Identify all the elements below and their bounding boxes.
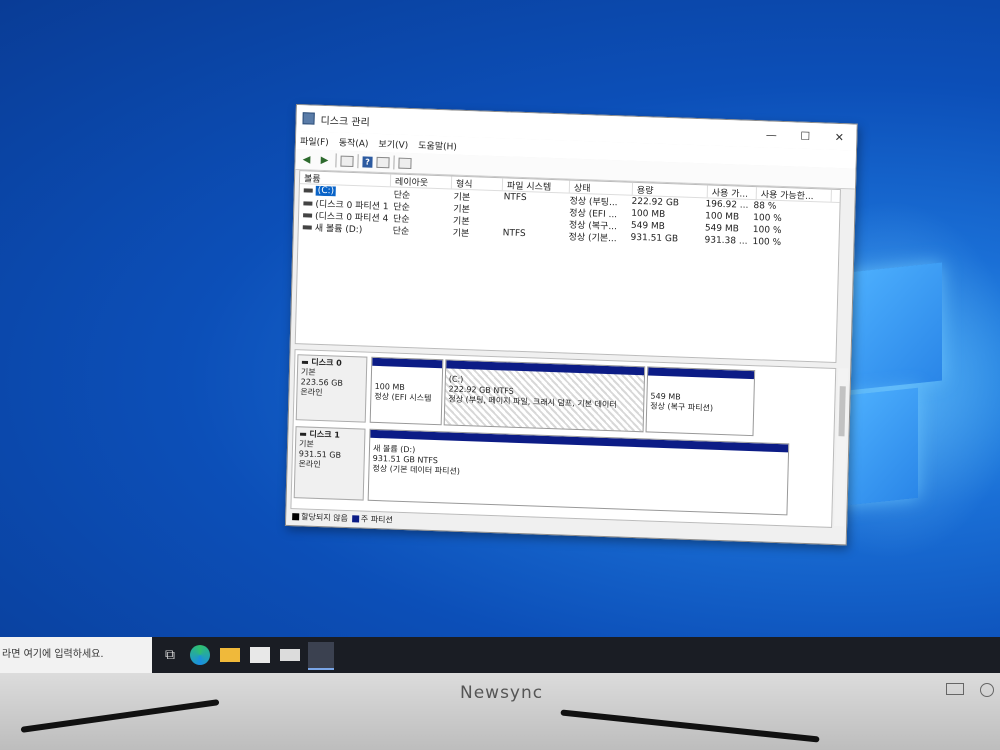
- table-cell: NTFS: [502, 228, 526, 240]
- menu-help[interactable]: 도움말(H): [418, 138, 457, 152]
- disk-graph-view: ▬ 디스크 0 기본 223.56 GB 온라인 100 MB 정상 (EFI …: [290, 349, 837, 528]
- back-arrow-icon[interactable]: ◀: [299, 153, 313, 165]
- column-header-file-system[interactable]: 파일 시스템: [502, 178, 571, 193]
- partition-efi[interactable]: 100 MB 정상 (EFI 시스템: [369, 356, 444, 426]
- menu-view[interactable]: 보기(V): [378, 136, 408, 150]
- taskbar: 라면 여기에 입력하세요. ⧉: [0, 637, 1000, 673]
- partition-status: 정상 (EFI 시스템: [374, 391, 432, 403]
- disk-icon: ▬: [299, 429, 310, 439]
- partition-c[interactable]: (C:) 222.92 GB NTFS 정상 (부팅, 페이지 파일, 크래시 …: [443, 359, 646, 433]
- table-cell: 단순: [392, 225, 410, 237]
- settings-icon[interactable]: [398, 157, 412, 169]
- monitor-bezel: Newsync: [0, 673, 1000, 750]
- toolbar-divider: [357, 154, 359, 169]
- console-tree-icon[interactable]: [340, 155, 354, 167]
- toolbar-divider: [335, 153, 337, 168]
- volume-list: 볼륨 레이아웃 형식 파일 시스템 상태 용량 사용 가... 사용 가능한..…: [294, 170, 841, 364]
- file-explorer-icon[interactable]: [220, 648, 240, 662]
- monitor-input-icon: [946, 683, 964, 695]
- table-cell: [499, 221, 565, 223]
- volume-icon: [303, 213, 313, 218]
- menu-action[interactable]: 동작(A): [339, 135, 369, 149]
- volume-icon: [303, 201, 313, 206]
- table-cell: 931.38 ...: [704, 235, 748, 247]
- legend: 할당되지 않음 주 파티션: [290, 511, 393, 526]
- volume-icon: [303, 187, 313, 193]
- legend-unallocated: 할당되지 않음: [301, 512, 348, 524]
- task-view-icon[interactable]: ⧉: [160, 645, 180, 665]
- column-header-type[interactable]: 형식: [451, 176, 504, 191]
- table-cell: 931.51 GB: [630, 232, 679, 245]
- graph-scrollbar[interactable]: [834, 368, 849, 527]
- disk-icon: ▬: [301, 357, 312, 367]
- primary-partition-bar: [446, 360, 645, 376]
- help-icon[interactable]: ?: [362, 155, 373, 168]
- primary-partition-bar: [372, 357, 443, 369]
- primary-partition-bar: [648, 367, 755, 380]
- menu-file[interactable]: 파일(F): [300, 134, 329, 148]
- store-icon[interactable]: [250, 647, 270, 663]
- monitor-brand-logo: Newsync: [460, 683, 544, 703]
- cable: [560, 709, 820, 743]
- table-cell: 새 볼륨 (D:): [314, 223, 363, 235]
- windows-logo-pane: [838, 262, 942, 392]
- disk-management-window: 디스크 관리 — ☐ ✕ 파일(F) 동작(A) 보기(V) 도움말(H) ◀ …: [284, 104, 858, 546]
- table-cell: (C:): [315, 185, 337, 197]
- desktop: 디스크 관리 — ☐ ✕ 파일(F) 동작(A) 보기(V) 도움말(H) ◀ …: [0, 0, 1000, 690]
- disk-status: 온라인: [298, 459, 321, 470]
- column-header-percent-free[interactable]: 사용 가능한...: [756, 187, 832, 202]
- mail-icon[interactable]: [280, 649, 300, 661]
- properties-icon[interactable]: [376, 156, 390, 168]
- partition-status: 정상 (복구 파티션): [650, 401, 714, 413]
- scrollbar-thumb[interactable]: [838, 386, 846, 437]
- column-header-free-space[interactable]: 사용 가...: [707, 185, 757, 200]
- table-cell: 기본: [452, 228, 470, 239]
- taskbar-search-box[interactable]: 라면 여기에 입력하세요.: [0, 637, 152, 673]
- disk-management-taskbar-icon[interactable]: [308, 642, 334, 670]
- edge-icon[interactable]: [190, 645, 210, 665]
- table-cell: 100 MB: [705, 211, 740, 223]
- disk-status: 온라인: [300, 387, 323, 398]
- cable: [20, 699, 220, 733]
- close-button[interactable]: ✕: [822, 130, 856, 144]
- table-cell: [499, 209, 565, 211]
- disk-0-label[interactable]: ▬ 디스크 0 기본 223.56 GB 온라인: [295, 354, 368, 423]
- disk-name: 디스크 0: [311, 357, 342, 368]
- table-cell: 549 MB: [704, 223, 739, 235]
- unallocated-swatch: [292, 513, 300, 521]
- legend-primary: 주 파티션: [360, 514, 393, 525]
- primary-swatch: [351, 515, 359, 523]
- table-cell: 100 %: [752, 237, 782, 249]
- table-cell: 196.92 ...: [705, 199, 749, 211]
- power-icon: [980, 683, 994, 697]
- disk-management-icon: [302, 112, 315, 125]
- column-header-capacity[interactable]: 용량: [632, 182, 709, 198]
- maximize-button[interactable]: ☐: [788, 129, 822, 143]
- disk-1-label[interactable]: ▬ 디스크 1 기본 931.51 GB 온라인: [293, 426, 366, 501]
- disk-name: 디스크 1: [309, 429, 341, 440]
- partition-d[interactable]: 새 볼륨 (D:) 931.51 GB NTFS 정상 (기본 데이터 파티션): [367, 428, 790, 516]
- table-cell: 정상 (기본...: [568, 232, 617, 244]
- volume-icon: [302, 225, 312, 230]
- minimize-button[interactable]: —: [754, 128, 788, 142]
- forward-arrow-icon[interactable]: ▶: [317, 154, 331, 166]
- toolbar-divider: [393, 155, 395, 170]
- partition-recovery[interactable]: 549 MB 정상 (복구 파티션): [645, 366, 756, 437]
